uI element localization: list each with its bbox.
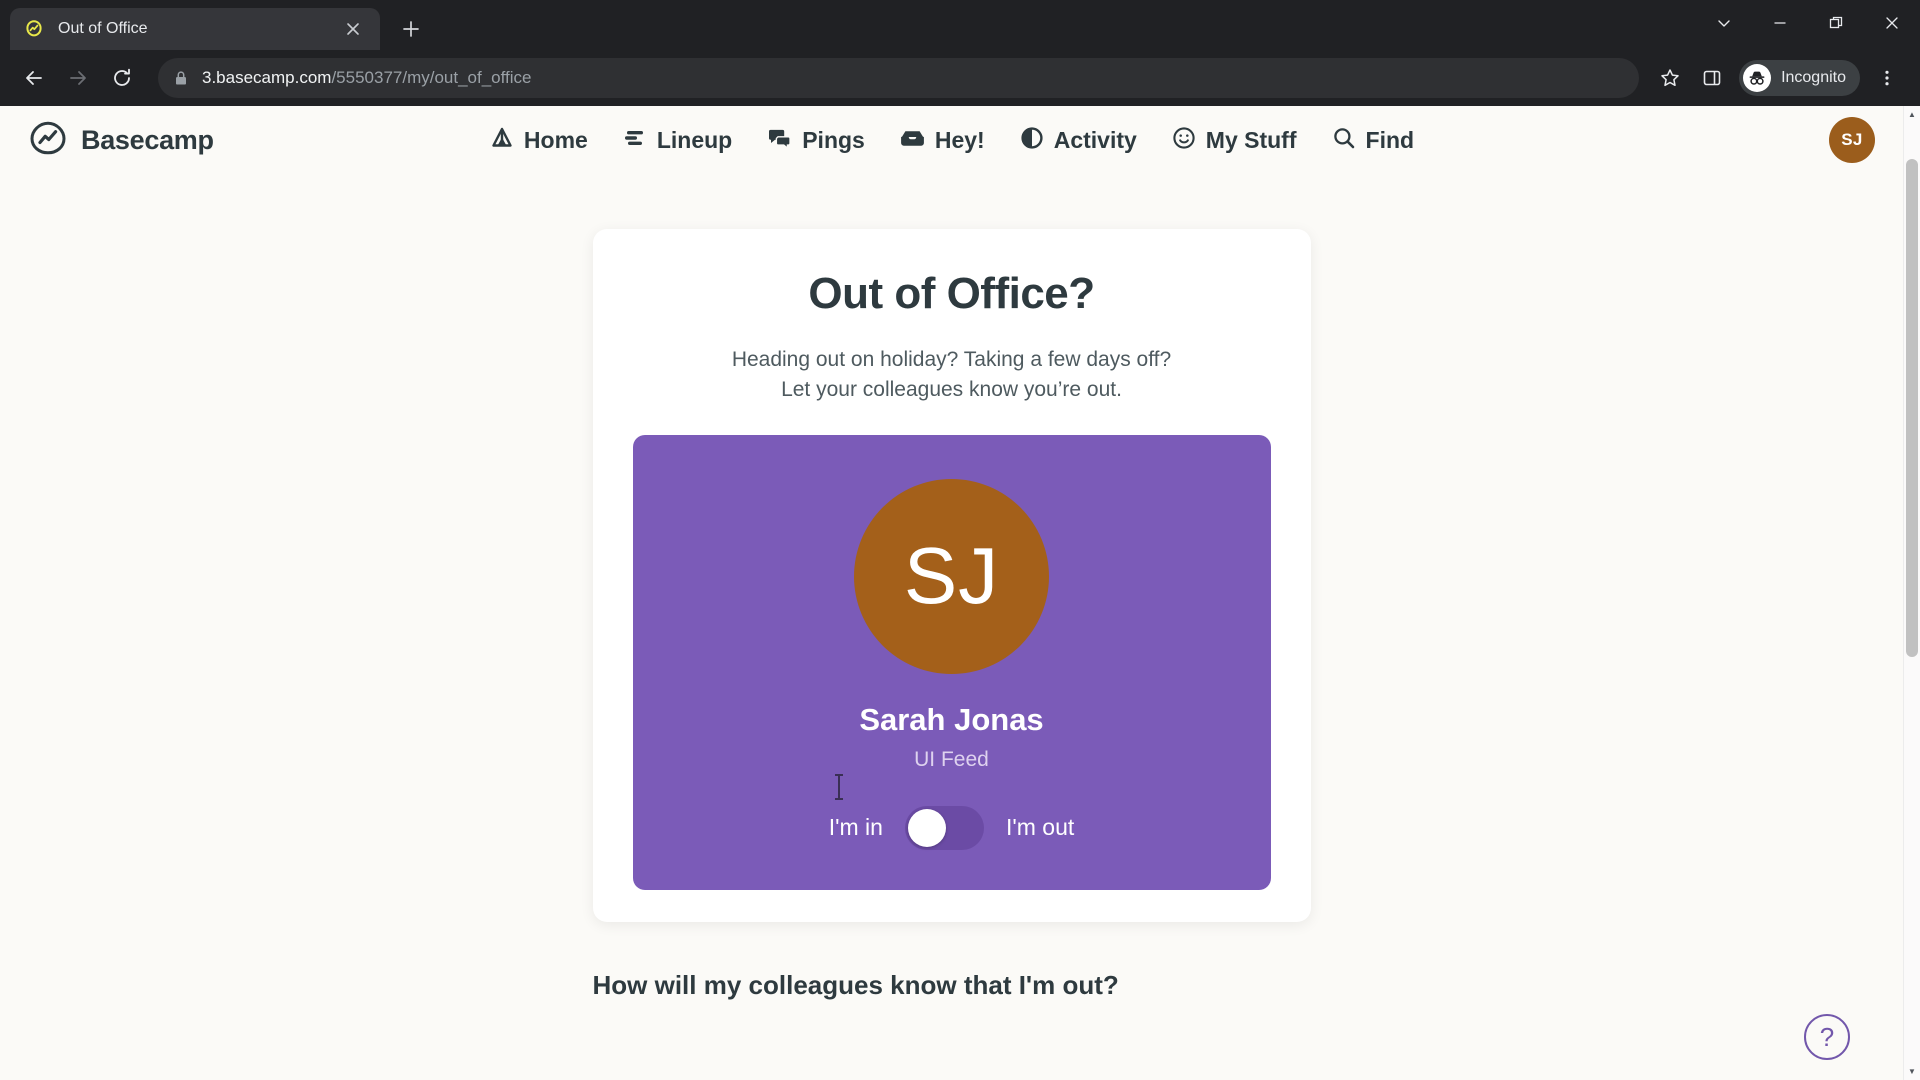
window-controls (1696, 0, 1920, 46)
nav-item-pings[interactable]: Pings (766, 125, 865, 156)
toggle-label-out: I'm out (1005, 814, 1075, 841)
user-name: Sarah Jonas (859, 701, 1044, 737)
subtitle-line-1: Heading out on holiday? Taking a few day… (731, 348, 1172, 371)
browser-toolbar: 3.basecamp.com/5550377/my/out_of_office (0, 50, 1920, 106)
page-viewport: Basecamp Home Lineup Pings Hey! Activity… (0, 106, 1920, 1080)
nav-item-label: Home (523, 126, 588, 153)
new-tab-button[interactable] (394, 12, 428, 46)
address-bar[interactable]: 3.basecamp.com/5550377/my/out_of_office (158, 58, 1640, 98)
maximize-restore-icon[interactable] (1808, 0, 1864, 46)
scrollbar-track[interactable] (1904, 123, 1920, 1063)
search-icon (1331, 125, 1357, 156)
url-text: 3.basecamp.com/5550377/my/out_of_office (202, 68, 532, 88)
forward-button[interactable] (56, 56, 100, 100)
out-of-office-card: Out of Office? Heading out on holiday? T… (592, 229, 1311, 922)
nav-item-hey[interactable]: Hey! (899, 125, 985, 156)
incognito-icon (1743, 64, 1772, 92)
bookmark-star-icon[interactable] (1649, 57, 1691, 99)
close-window-icon[interactable] (1864, 0, 1920, 46)
help-button[interactable]: ? (1804, 1014, 1850, 1060)
incognito-label: Incognito (1781, 69, 1846, 86)
lock-icon (174, 70, 188, 86)
user-team: UI Feed (914, 747, 989, 771)
nav-item-label: Hey! (934, 126, 985, 153)
incognito-badge[interactable]: Incognito (1739, 60, 1860, 96)
scroll-down-arrow-icon[interactable]: ▼ (1904, 1063, 1920, 1080)
side-panel-icon[interactable] (1691, 57, 1733, 99)
availability-toggle-row: I'm in I'm out (828, 805, 1075, 850)
back-button[interactable] (12, 56, 56, 100)
basecamp-page: Basecamp Home Lineup Pings Hey! Activity… (0, 106, 1903, 1080)
nav-item-label: Find (1365, 126, 1415, 153)
subtitle-line-2: Let your colleagues know you’re out. (781, 377, 1122, 401)
scrollbar-thumb[interactable] (1906, 159, 1918, 657)
nav-item-label: My Stuff (1205, 126, 1297, 153)
nav-item-label: Activity (1053, 126, 1137, 153)
account-avatar[interactable]: SJ (1829, 117, 1875, 163)
basecamp-wordmark: Basecamp (81, 124, 214, 155)
scroll-up-arrow-icon[interactable]: ▲ (1904, 106, 1920, 123)
lineup-bars-icon (622, 125, 648, 156)
tab-title: Out of Office (58, 20, 148, 37)
basecamp-favicon-icon (24, 19, 44, 39)
toggle-knob (907, 808, 946, 847)
page-scrollbar[interactable]: ▲ ▼ (1903, 106, 1920, 1080)
toggle-label-in: I'm in (828, 814, 883, 841)
availability-toggle[interactable] (904, 805, 984, 850)
basecamp-nav-items: Home Lineup Pings Hey! Activity My Stuff… (0, 125, 1903, 156)
browser-window: Out of Office 3.basecamp.com/5550377/my/… (0, 0, 1920, 1080)
section-heading-colleagues: How will my colleagues know that I'm out… (592, 969, 1119, 1000)
url-host: 3.basecamp.com (202, 68, 332, 87)
status-panel: SJ Sarah Jonas UI Feed I'm in I'm out (632, 434, 1271, 890)
browser-menu-icon[interactable] (1866, 57, 1908, 99)
nav-item-label: Lineup (656, 126, 733, 153)
chevron-down-icon[interactable] (1696, 0, 1752, 46)
nav-item-my-stuff[interactable]: My Stuff (1171, 125, 1297, 156)
close-tab-icon[interactable] (340, 16, 366, 42)
page-subtitle: Heading out on holiday? Taking a few day… (732, 345, 1171, 405)
url-path: /5550377/my/out_of_office (331, 68, 532, 87)
smiley-face-icon (1171, 125, 1197, 156)
nav-item-home[interactable]: Home (489, 125, 588, 156)
browser-tab[interactable]: Out of Office (10, 8, 380, 50)
tent-icon (489, 125, 515, 156)
user-avatar: SJ (854, 478, 1049, 674)
tab-strip: Out of Office (0, 0, 1920, 50)
text-cursor (835, 774, 843, 800)
nav-item-find[interactable]: Find (1331, 125, 1415, 156)
page-title: Out of Office? (808, 269, 1095, 318)
nav-item-lineup[interactable]: Lineup (622, 125, 732, 156)
chat-bubbles-icon (766, 125, 793, 156)
minimize-icon[interactable] (1752, 0, 1808, 46)
reload-button[interactable] (100, 56, 144, 100)
nav-item-activity[interactable]: Activity (1019, 125, 1137, 156)
inbox-tray-icon (899, 125, 926, 156)
pie-clock-icon (1019, 125, 1045, 156)
nav-item-label: Pings (802, 126, 865, 153)
page-content: Out of Office? Heading out on holiday? T… (0, 174, 1903, 1001)
toolbar-right-actions: Incognito (1649, 57, 1908, 99)
basecamp-logo-icon (28, 120, 68, 161)
basecamp-logo[interactable]: Basecamp (28, 120, 214, 161)
basecamp-navbar: Basecamp Home Lineup Pings Hey! Activity… (0, 106, 1903, 174)
